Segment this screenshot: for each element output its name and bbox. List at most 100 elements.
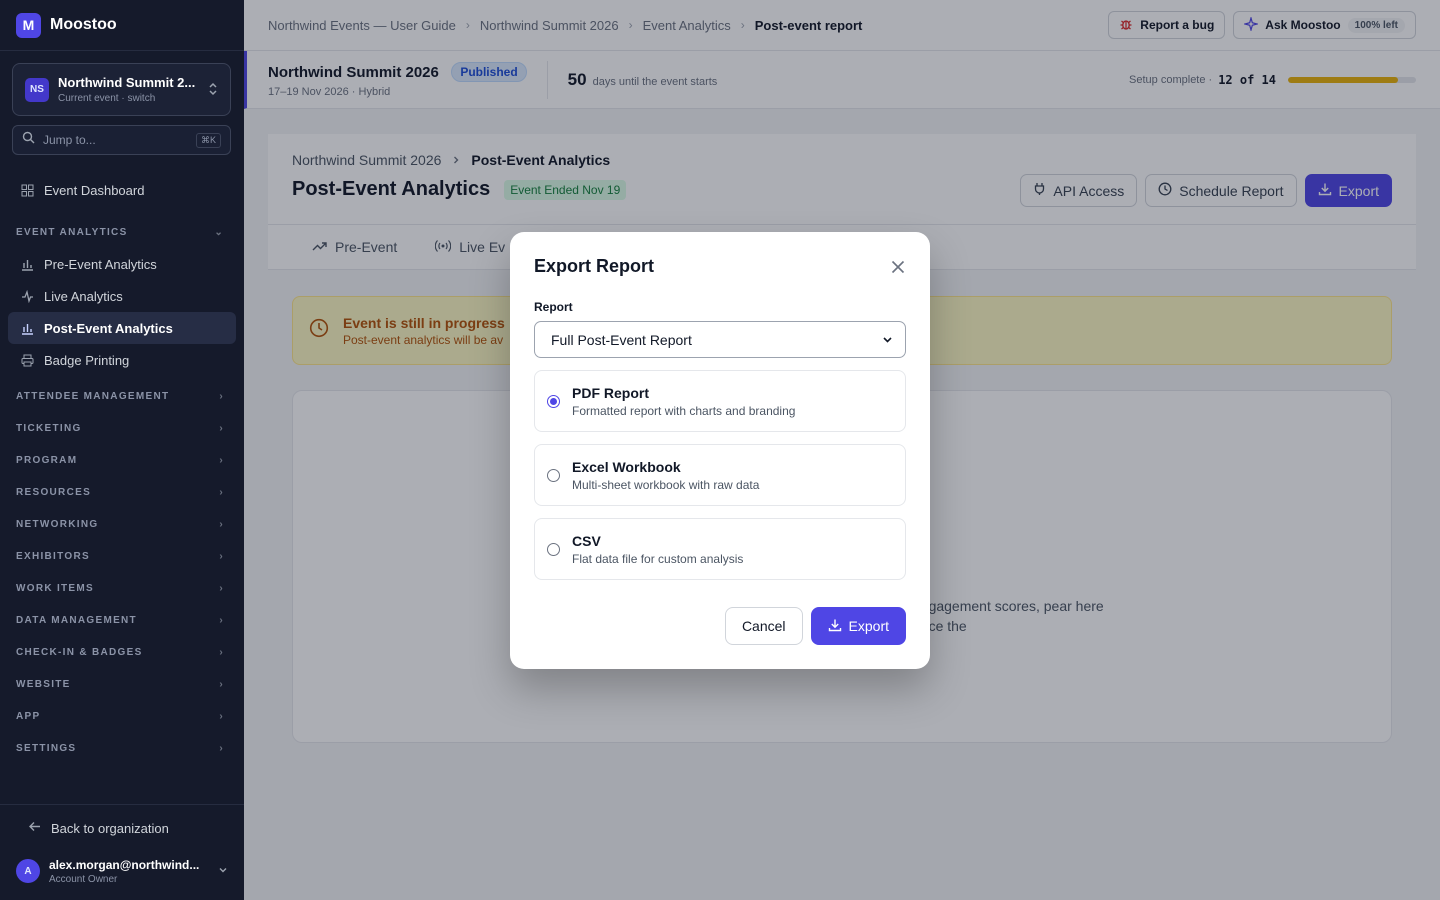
sidebar-item-event-dashboard[interactable]: Event Dashboard [0,174,244,206]
section-label: APP [16,710,41,722]
section-label: RESOURCES [16,486,92,498]
section-label: SETTINGS [16,742,77,754]
option-description: Flat data file for custom analysis [572,551,744,566]
section-ticketing[interactable]: TICKETING › [0,412,244,444]
section-app[interactable]: APP › [0,700,244,732]
sidebar-item-pre-event-analytics[interactable]: Pre-Event Analytics [0,248,244,280]
format-radio-csv[interactable] [547,542,560,556]
search-icon [22,131,35,149]
format-option-pdf[interactable]: PDF Report Formatted report with charts … [534,370,906,432]
chevron-right-icon: › [219,742,224,754]
chevron-right-icon: › [219,646,224,658]
shortcut-hint: ⌘K [195,132,221,148]
chevron-right-icon: › [219,422,224,434]
option-description: Multi-sheet workbook with raw data [572,477,760,492]
chevron-right-icon: › [219,582,224,594]
download-icon [828,618,842,635]
sidebar-item-label: Pre-Event Analytics [44,256,157,272]
brand[interactable]: M Moostoo [0,0,244,51]
section-label: TICKETING [16,422,82,434]
report-field-label: Report [534,300,573,314]
format-radio-excel[interactable] [547,468,560,482]
report-select[interactable]: Full Post-Event Report [534,321,906,358]
section-resources[interactable]: RESOURCES › [0,476,244,508]
jump-placeholder: Jump to... [43,133,96,147]
sidebar: M Moostoo NS Northwind Summit 2... Curre… [0,0,244,900]
section-label: NETWORKING [16,518,99,530]
chevron-right-icon: › [219,710,224,722]
section-data-management[interactable]: DATA MANAGEMENT › [0,604,244,636]
option-title: PDF Report [572,384,649,401]
event-badge: NS [25,77,49,102]
chevron-right-icon: › [219,390,224,402]
brand-logo: M [16,12,41,38]
format-option-csv[interactable]: CSV Flat data file for custom analysis [534,518,906,580]
cancel-button[interactable]: Cancel [724,607,803,645]
user-email: alex.morgan@northwind... [49,857,200,872]
format-radio-pdf[interactable] [547,394,560,408]
export-report-modal: Export Report Report Full Post-Event Rep… [510,232,930,669]
event-switcher-sub: Current event · switch [58,93,156,104]
chevron-right-icon: › [219,486,224,498]
sidebar-item-label: Badge Printing [44,352,130,368]
section-label: WEBSITE [16,678,71,690]
modal-export-button[interactable]: Export [810,607,906,645]
back-to-organization-link[interactable]: Back to organization [0,805,244,851]
section-exhibitors[interactable]: EXHIBITORS › [0,540,244,572]
section-website[interactable]: WEBSITE › [0,668,244,700]
jump-to-search[interactable]: Jump to... ⌘K [12,125,231,155]
format-option-excel[interactable]: Excel Workbook Multi-sheet workbook with… [534,444,906,506]
sidebar-item-label: Post-Event Analytics [44,320,173,336]
section-check-in-badges[interactable]: CHECK-IN & BADGES › [0,636,244,668]
section-attendee-management[interactable]: ATTENDEE MANAGEMENT › [0,380,244,412]
sidebar-item-live-analytics[interactable]: Live Analytics [0,280,244,312]
event-switcher[interactable]: NS Northwind Summit 2... Current event ·… [12,63,231,116]
back-label: Back to organization [51,820,169,836]
report-select-value: Full Post-Event Report [551,331,692,348]
sidebar-item-badge-printing[interactable]: Badge Printing [0,344,244,376]
section-event-analytics[interactable]: EVENT ANALYTICS ⌄ [0,216,244,248]
chevron-down-icon [882,332,893,348]
cancel-label: Cancel [741,618,786,634]
option-title: Excel Workbook [572,458,681,475]
chevron-up-down-icon [208,82,218,97]
bar-chart-icon [20,257,34,271]
chevron-right-icon: › [219,454,224,466]
activity-icon [20,289,34,303]
sidebar-item-post-event-analytics[interactable]: Post-Event Analytics [8,312,236,344]
sidebar-item-label: Live Analytics [44,288,123,304]
chevron-down-icon [218,862,228,880]
printer-icon [20,353,34,367]
avatar: A [16,859,40,883]
section-program[interactable]: PROGRAM › [0,444,244,476]
bar-chart-icon [20,321,34,335]
section-label: EXHIBITORS [16,550,90,562]
chevron-right-icon: › [219,518,224,530]
section-label: EVENT ANALYTICS [16,226,128,238]
section-label: CHECK-IN & BADGES [16,646,143,658]
sidebar-footer: Back to organization A alex.morgan@north… [0,804,244,900]
section-networking[interactable]: NETWORKING › [0,508,244,540]
section-settings[interactable]: SETTINGS › [0,732,244,764]
export-label: Export [848,618,889,634]
section-work-items[interactable]: WORK ITEMS › [0,572,244,604]
option-title: CSV [572,532,601,549]
close-icon[interactable] [890,260,906,276]
sidebar-nav: Event Dashboard EVENT ANALYTICS ⌄ Pre-Ev… [0,174,244,764]
event-switcher-name: Northwind Summit 2... [58,75,196,90]
section-label: PROGRAM [16,454,78,466]
section-label: WORK ITEMS [16,582,94,594]
modal-title: Export Report [534,256,655,276]
sidebar-item-label: Event Dashboard [44,182,145,198]
section-label: DATA MANAGEMENT [16,614,137,626]
chevron-right-icon: › [219,678,224,690]
brand-name: Moostoo [50,16,117,33]
user-role: Account Owner [49,873,118,885]
section-label: ATTENDEE MANAGEMENT [16,390,170,402]
arrow-left-icon [28,820,41,836]
chevron-right-icon: › [219,614,224,626]
user-menu[interactable]: A alex.morgan@northwind... Account Owner [0,851,244,891]
chevron-right-icon: › [219,550,224,562]
option-description: Formatted report with charts and brandin… [572,403,796,418]
grid-icon [20,183,34,197]
